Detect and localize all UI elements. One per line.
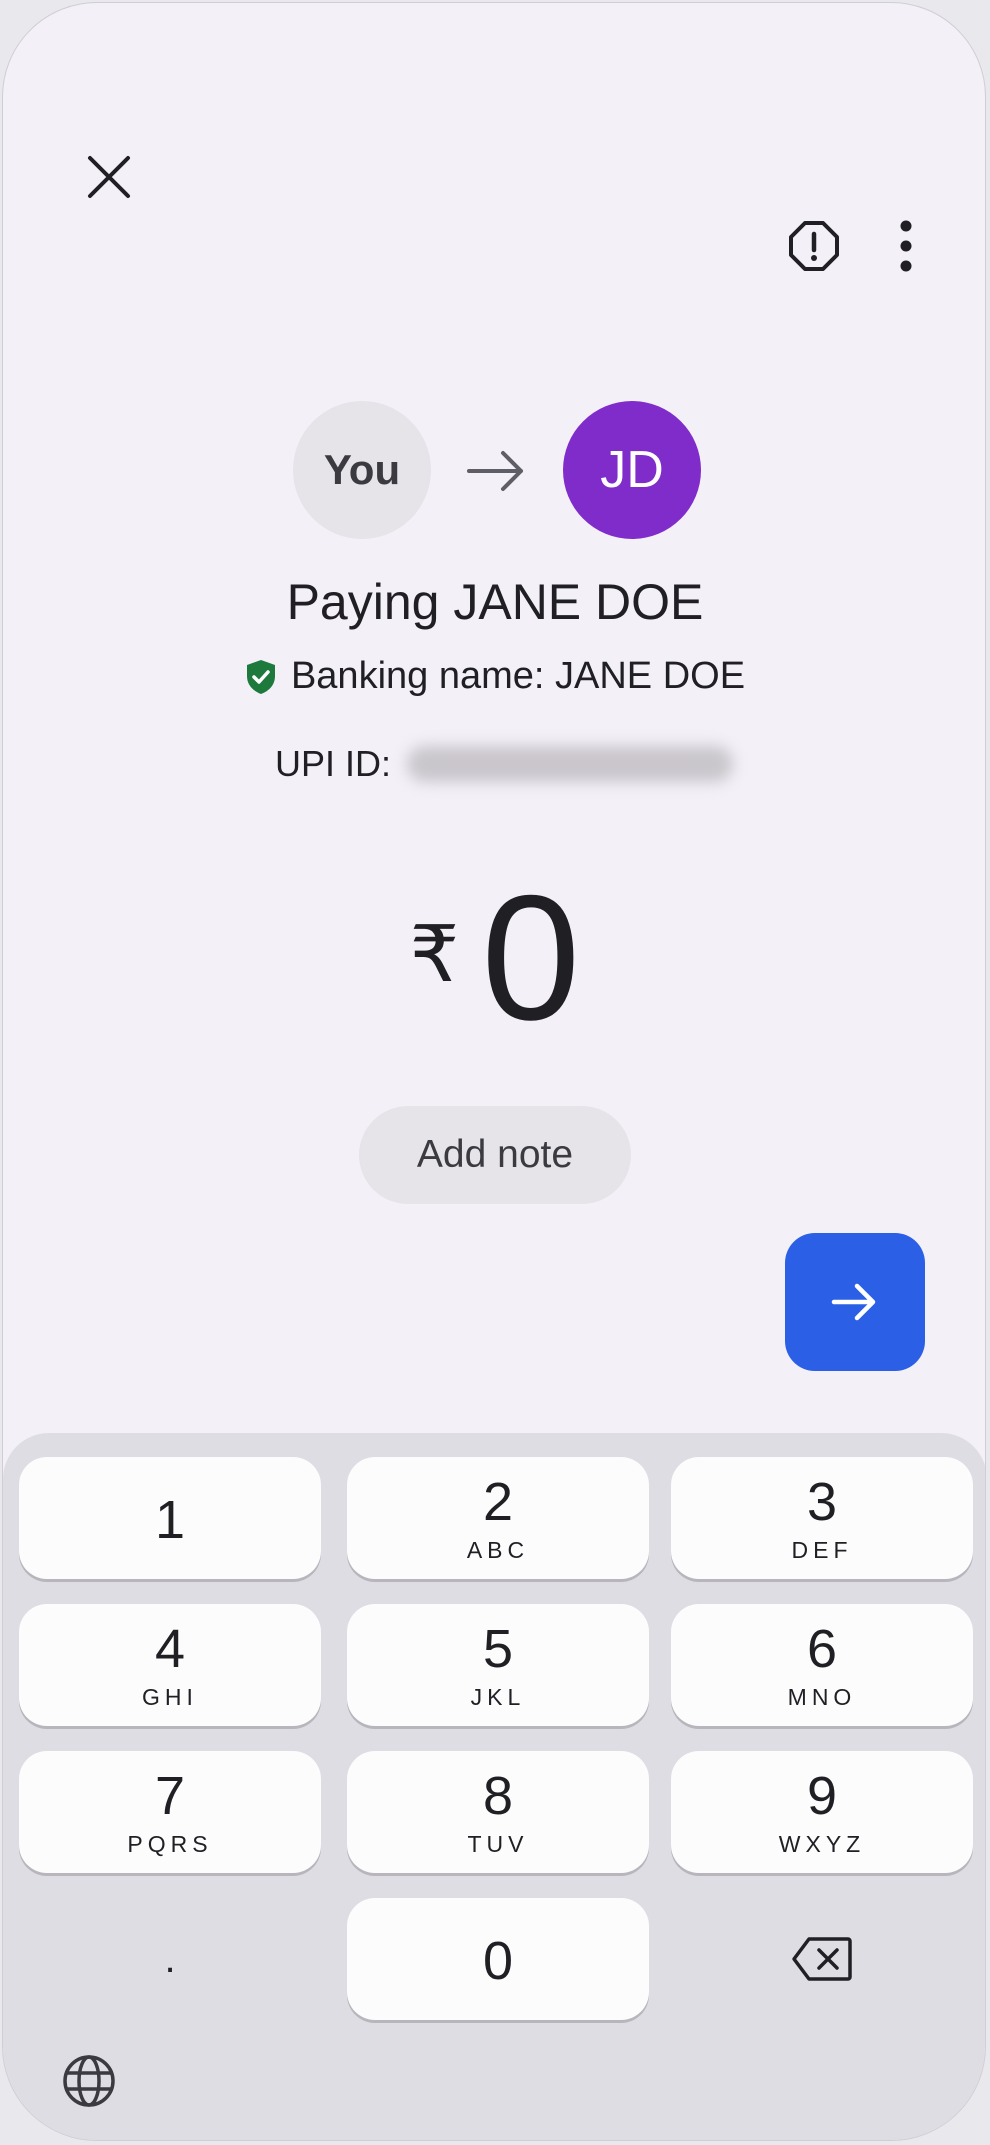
key-4[interactable]: 4 GHI bbox=[19, 1604, 321, 1726]
banking-name-text: Banking name: JANE DOE bbox=[290, 655, 746, 697]
key-digit: 7 bbox=[154, 1765, 186, 1826]
key-letters: ABC bbox=[466, 1536, 530, 1563]
close-button[interactable] bbox=[75, 143, 143, 211]
key-9[interactable]: 9 WXYZ bbox=[671, 1751, 973, 1873]
key-7[interactable]: 7 PQRS bbox=[19, 1751, 321, 1873]
more-options-button[interactable] bbox=[871, 211, 941, 281]
key-letters: WXYZ bbox=[778, 1830, 866, 1857]
upi-id-label: UPI ID: bbox=[275, 743, 392, 784]
key-letters: JKL bbox=[470, 1683, 526, 1710]
key-digit: 6 bbox=[806, 1618, 838, 1679]
language-button[interactable] bbox=[61, 2053, 117, 2109]
report-button[interactable] bbox=[779, 211, 849, 281]
arrow-right-icon bbox=[831, 1283, 876, 1321]
key-letters: MNO bbox=[787, 1683, 857, 1710]
key-1[interactable]: 1 bbox=[19, 1457, 321, 1579]
key-digit: 2 bbox=[482, 1471, 514, 1532]
payee-avatar: JD bbox=[563, 401, 701, 539]
verified-shield-icon bbox=[246, 659, 275, 694]
currency-symbol: ₹ bbox=[409, 910, 460, 998]
key-2[interactable]: 2 ABC bbox=[347, 1457, 649, 1579]
key-8[interactable]: 8 TUV bbox=[347, 1751, 649, 1873]
key-digit: 8 bbox=[482, 1765, 514, 1826]
alert-octagon-icon bbox=[789, 221, 839, 271]
key-letters: GHI bbox=[142, 1683, 198, 1710]
paying-title: Paying JANE DOE bbox=[286, 574, 704, 630]
key-letters: DEF bbox=[791, 1536, 853, 1563]
key-0[interactable]: 0 bbox=[347, 1898, 649, 2020]
upi-id-row: UPI ID: bbox=[275, 743, 734, 785]
key-digit: 1 bbox=[154, 1490, 186, 1550]
arrow-right-icon bbox=[467, 451, 523, 491]
decimal-point: . bbox=[164, 1936, 176, 1981]
key-digit: 9 bbox=[806, 1765, 838, 1826]
more-vert-icon bbox=[900, 220, 912, 272]
upi-id-redacted bbox=[407, 746, 734, 782]
key-digit: 5 bbox=[482, 1618, 514, 1679]
amount-display[interactable]: ₹ 0 bbox=[3, 858, 985, 1057]
backspace-key[interactable] bbox=[671, 1898, 973, 2020]
proceed-button[interactable] bbox=[785, 1233, 925, 1371]
key-letters: PQRS bbox=[127, 1830, 213, 1857]
key-digit: 3 bbox=[806, 1471, 838, 1532]
add-note-button[interactable]: Add note bbox=[359, 1106, 631, 1204]
key-3[interactable]: 3 DEF bbox=[671, 1457, 973, 1579]
banking-name-row: Banking name: JANE DOE bbox=[3, 655, 985, 698]
amount-value: 0 bbox=[481, 858, 581, 1057]
payer-avatar: You bbox=[293, 401, 431, 539]
key-5[interactable]: 5 JKL bbox=[347, 1604, 649, 1726]
key-6[interactable]: 6 MNO bbox=[671, 1604, 973, 1726]
key-digit: 4 bbox=[154, 1618, 186, 1679]
close-icon bbox=[88, 156, 130, 198]
key-digit: 0 bbox=[482, 1931, 514, 1991]
numeric-keypad: 1 2 ABC 3 DEF 4 GHI 5 JKL 6 MNO 7 PQRS 8… bbox=[3, 1433, 985, 2140]
globe-icon bbox=[63, 2055, 115, 2107]
backspace-icon bbox=[792, 1937, 852, 1981]
key-decimal[interactable]: . bbox=[19, 1898, 321, 2020]
payment-screen: You JD Paying JANE DOE Banking name: JAN… bbox=[2, 2, 986, 2141]
key-letters: TUV bbox=[467, 1830, 529, 1857]
